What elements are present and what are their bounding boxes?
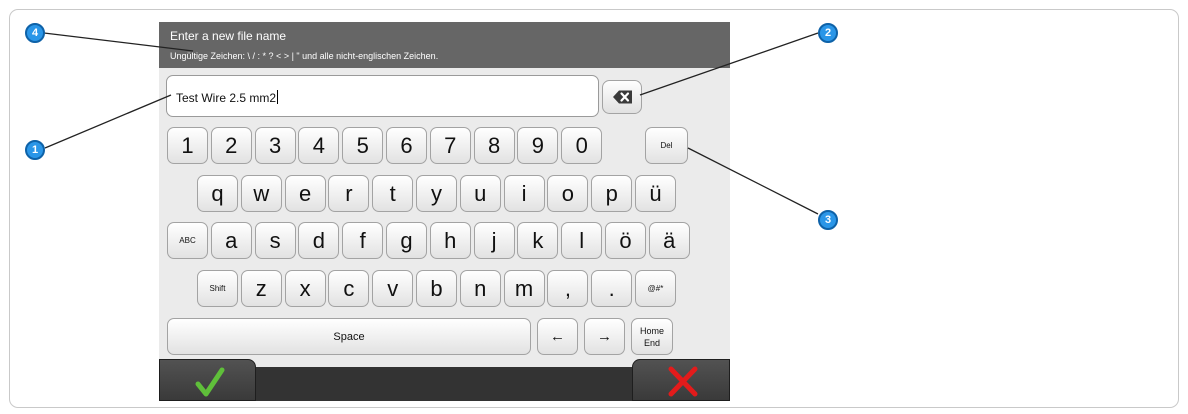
leader-line-2	[639, 32, 819, 96]
callout-1: 1	[25, 140, 45, 160]
callout-leader-lines	[43, 32, 819, 215]
callout-4: 4	[25, 23, 45, 43]
callout-3: 3	[818, 210, 838, 230]
leader-line-4	[43, 32, 194, 52]
callout-2: 2	[818, 23, 838, 43]
leader-line-1	[44, 94, 172, 149]
leader-line-3	[687, 147, 819, 215]
